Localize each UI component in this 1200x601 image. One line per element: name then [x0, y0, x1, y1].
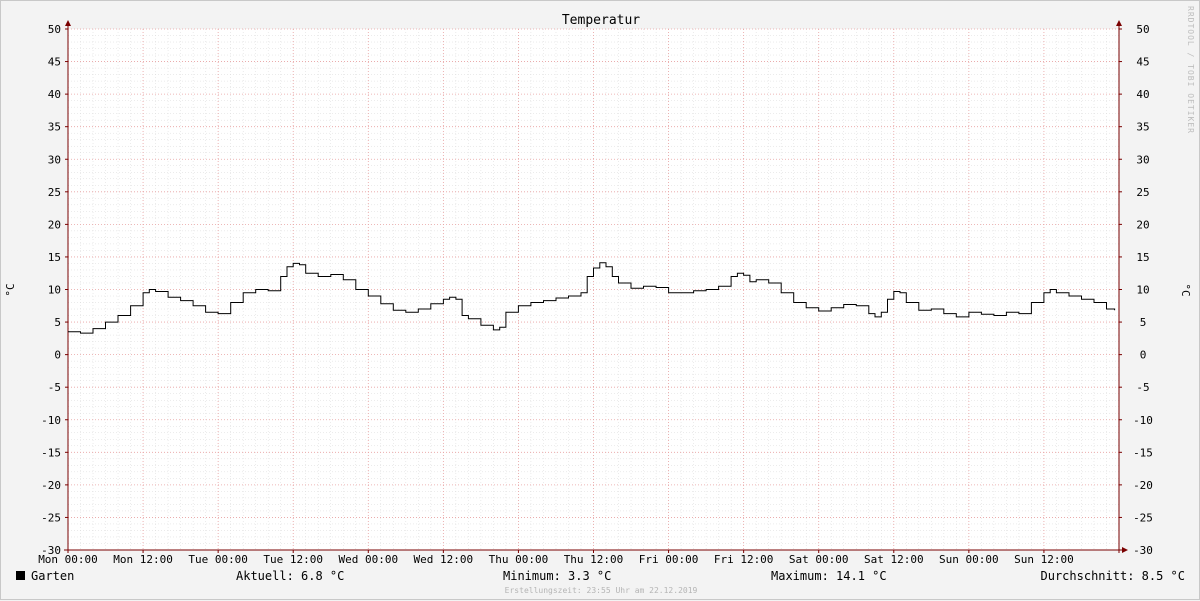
- y-tick-label-right: -5: [1136, 381, 1149, 394]
- y-axis-label-right: °C: [1179, 283, 1192, 296]
- y-tick-label-left: 35: [48, 121, 61, 134]
- y-tick-label-left: 10: [48, 284, 61, 297]
- y-tick-label-left: 45: [48, 56, 61, 69]
- legend-maximum: Maximum: 14.1 °C: [771, 569, 887, 583]
- x-tick-labels: Mon 00:00 Mon 12:00 Tue 00:00 Tue 12:00 Wed …: [38, 553, 1074, 566]
- x-tick-label: Sun 00:00: [939, 553, 999, 566]
- y-tick-label-right: 45: [1136, 56, 1149, 69]
- y-tick-label-left: 5: [54, 316, 61, 329]
- x-tick-label: Fri 00:00: [639, 553, 699, 566]
- y-tick-label-right: 30: [1136, 153, 1149, 166]
- y-tick-label-left: -15: [41, 446, 61, 459]
- y-tick-label-left: -5: [48, 381, 61, 394]
- x-tick-label: Mon 00:00: [38, 553, 98, 566]
- legend-durchschnitt: Durchschnitt: 8.5 °C: [1041, 569, 1186, 583]
- y-tick-label-left: 15: [48, 251, 61, 264]
- y-axis-label-left: °C: [4, 283, 17, 296]
- y-tick-labels-left: 50454035302520151050-5-10-15-20-25-30: [41, 23, 61, 557]
- legend-series-name: Garten: [31, 569, 74, 583]
- x-tick-label: Thu 12:00: [564, 553, 624, 566]
- y-tick-labels-right: 50454035302520151050-5-10-15-20-25-30: [1133, 23, 1153, 557]
- y-tick-label-right: -20: [1133, 479, 1153, 492]
- x-axis-arrow: [1122, 547, 1128, 553]
- y-tick-label-right: -30: [1133, 544, 1153, 557]
- x-tick-label: Fri 12:00: [714, 553, 774, 566]
- x-tick-label: Tue 12:00: [263, 553, 323, 566]
- x-tick-label: Mon 12:00: [113, 553, 173, 566]
- y-tick-label-left: 30: [48, 153, 61, 166]
- chart-title: Temperatur: [562, 13, 640, 28]
- y-tick-label-right: 50: [1136, 23, 1149, 36]
- y-axis-right-arrow: [1116, 20, 1122, 26]
- temperature-chart: 50454035302520151050-5-10-15-20-25-30 50…: [4, 6, 1195, 595]
- y-tick-label-right: 35: [1136, 121, 1149, 134]
- y-tick-label-right: 40: [1136, 88, 1149, 101]
- x-tick-label: Sat 00:00: [789, 553, 849, 566]
- chart-panel: 50 45 40 35 30 25 20 15 10 5 0 -5 -10 -15 -20 -25 -30 50…: [0, 0, 1200, 600]
- legend-swatch-garten: [16, 571, 25, 580]
- y-tick-label-right: 0: [1140, 349, 1147, 362]
- y-axis-left-arrow: [65, 20, 71, 26]
- x-tick-label: Thu 00:00: [489, 553, 549, 566]
- y-tick-label-right: -15: [1133, 446, 1153, 459]
- rrdtool-watermark: RRDTOOL / TOBI OETIKER: [1186, 6, 1195, 134]
- y-tick-label-right: 20: [1136, 218, 1149, 231]
- y-tick-label-right: 10: [1136, 284, 1149, 297]
- y-tick-label-right: 5: [1140, 316, 1147, 329]
- y-tick-label-right: -10: [1133, 414, 1153, 427]
- y-tick-label-left: -25: [41, 511, 61, 524]
- legend-minimum: Minimum: 3.3 °C: [503, 569, 611, 583]
- legend-aktuell: Aktuell: 6.8 °C: [236, 569, 344, 583]
- y-tick-label-right: 25: [1136, 186, 1149, 199]
- x-tick-label: Wed 12:00: [414, 553, 474, 566]
- y-tick-label-left: 0: [54, 349, 61, 362]
- y-tick-label-right: -25: [1133, 511, 1153, 524]
- x-tick-label: Tue 00:00: [188, 553, 248, 566]
- y-tick-label-left: 20: [48, 218, 61, 231]
- x-tick-label: Wed 00:00: [338, 553, 398, 566]
- y-tick-label-left: 40: [48, 88, 61, 101]
- x-tick-label: Sun 12:00: [1014, 553, 1074, 566]
- y-tick-label-left: -20: [41, 479, 61, 492]
- y-tick-label-left: 25: [48, 186, 61, 199]
- creation-time-footer: Erstellungszeit: 23:55 Uhr am 22.12.2019: [505, 586, 698, 595]
- x-tick-label: Sat 12:00: [864, 553, 924, 566]
- y-tick-label-left: -10: [41, 414, 61, 427]
- y-tick-label-left: 50: [48, 23, 61, 36]
- y-tick-label-right: 15: [1136, 251, 1149, 264]
